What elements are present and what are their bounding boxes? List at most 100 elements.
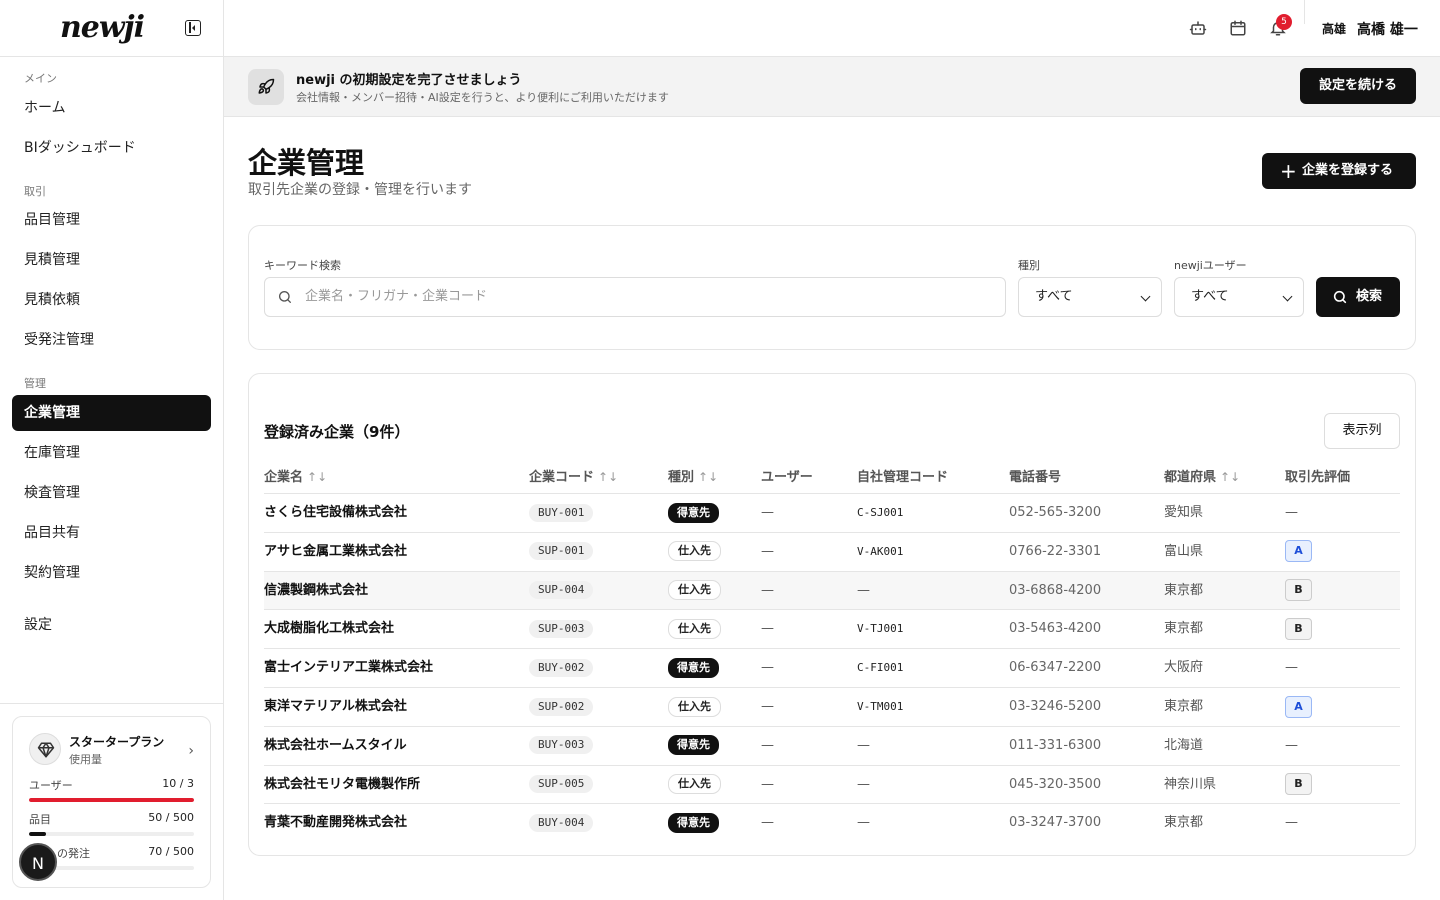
rating-badge: B <box>1285 617 1312 640</box>
usage-items-value: 50 / 500 <box>148 811 194 824</box>
sidebar-item-contracts[interactable]: 契約管理 <box>12 555 211 591</box>
add-company-button[interactable]: 企業を登録する <box>1262 153 1416 189</box>
table-row[interactable]: 青葉不動産開発株式会社 BUY-004 得意先 — — 03-3247-3700 東京都 — <box>264 803 1400 842</box>
table-row[interactable]: 富士インテリア工業株式会社 BUY-002 得意先 — C-FI001 06-6347-2… <box>264 648 1400 687</box>
search-placeholder: 企業名・フリガナ・企業コード <box>305 289 488 304</box>
header-code[interactable]: 企業コード ↑↓ <box>529 466 618 485</box>
phone-cell: 03-3247-3700 <box>1009 815 1102 831</box>
robot-icon[interactable] <box>1189 19 1207 37</box>
banner-title: newji の初期設定を完了させましょう <box>296 73 522 88</box>
company-name-cell[interactable]: アサヒ金属工業株式会社 <box>264 533 407 572</box>
phone-cell: 03-6868-4200 <box>1009 582 1102 598</box>
company-type-badge: 仕入先 <box>668 688 721 727</box>
company-name-cell[interactable]: 青葉不動産開発株式会社 <box>264 804 407 843</box>
prefecture-cell: 富山県 <box>1164 543 1204 559</box>
sidebar-item-inspection[interactable]: 検査管理 <box>12 475 211 511</box>
company-name-cell[interactable]: 富士インテリア工業株式会社 <box>264 649 433 688</box>
company-code-cell-pill: BUY-003 <box>529 736 594 755</box>
newji-logo[interactable]: newji <box>60 10 145 45</box>
usage-users-value: 10 / 3 <box>162 777 194 790</box>
banner-subtitle: 会社情報・メンバー招待・AI設定を行うと、より便利にご利用いただけます <box>296 91 669 104</box>
user-cell: — <box>761 660 774 676</box>
sidebar-item-bi-dashboard[interactable]: BIダッシュボード <box>12 130 211 166</box>
user-cell: — <box>761 699 774 714</box>
user-full-name[interactable]: 高橋 雄一 <box>1357 19 1418 39</box>
sidebar-item-settings[interactable]: 設定 <box>12 607 211 643</box>
user-cell: — <box>761 815 774 831</box>
search-input[interactable]: 企業名・フリガナ・企業コード <box>264 277 1006 317</box>
company-name-cell[interactable]: さくら住宅設備株式会社 <box>264 494 407 533</box>
own-code-cell: — <box>857 582 870 598</box>
prefecture-cell: 北海道 <box>1164 737 1204 753</box>
topbar <box>224 0 1440 57</box>
sidebar-item-quote-requests[interactable]: 見積依頼 <box>12 282 211 318</box>
page-title: 企業管理 <box>248 146 365 180</box>
rating-badge: A <box>1285 695 1312 718</box>
company-name-cell[interactable]: 株式会社モリタ電機製作所 <box>264 766 420 805</box>
prefecture-cell: 東京都 <box>1164 815 1204 831</box>
sidebar-item-home[interactable]: ホーム <box>12 90 211 126</box>
rating-cell: — <box>1285 494 1298 533</box>
company-type-badge: 仕入先 <box>668 766 721 805</box>
table-row[interactable]: 株式会社モリタ電機製作所 SUP-005 仕入先 — — 045-320-3500 神奈川県… <box>264 764 1400 805</box>
table-row[interactable]: 東洋マテリアル株式会社 SUP-002 仕入先 — V-TM001 03-3246-520… <box>264 687 1400 726</box>
columns-button[interactable]: 表示列 <box>1324 413 1400 449</box>
header-pref[interactable]: 都道府県 ↑↓ <box>1164 466 1240 485</box>
header-type[interactable]: 種別 ↑↓ <box>668 466 718 485</box>
type-filter-select[interactable]: すべて <box>1018 277 1162 317</box>
avatar[interactable]: N <box>19 843 57 881</box>
own-code-cell: — <box>857 776 870 792</box>
prefecture-cell: 東京都 <box>1164 582 1204 598</box>
sidebar-item-quotes[interactable]: 見積管理 <box>12 242 211 278</box>
company-type-badge-pill: 仕入先 <box>668 580 721 601</box>
plan-usage-label: 使用量 <box>69 753 102 766</box>
company-name-cell[interactable]: 大成樹脂化工株式会社 <box>264 610 394 649</box>
sidebar-item-inventory[interactable]: 在庫管理 <box>12 435 211 471</box>
usage-items-fill <box>29 832 46 836</box>
search-button-icon <box>1333 290 1347 304</box>
prefecture-cell: 神奈川県 <box>1164 776 1217 792</box>
header-own-code: 自社管理コード <box>857 470 949 485</box>
header-name[interactable]: 企業名 ↑↓ <box>264 466 327 485</box>
calendar-icon[interactable] <box>1229 19 1247 37</box>
rating-empty: — <box>1285 737 1298 753</box>
company-code-cell: BUY-002 <box>529 649 594 688</box>
company-code-cell: SUP-005 <box>529 766 594 805</box>
company-name-cell[interactable]: 信濃製鋼株式会社 <box>264 572 368 611</box>
rating-cell: B <box>1285 572 1312 611</box>
table-row[interactable]: 大成樹脂化工株式会社 SUP-003 仕入先 — V-TJ001 03-5463-4200… <box>264 609 1400 648</box>
company-name-cell[interactable]: 株式会社ホームスタイル <box>264 727 407 766</box>
user-filter-select[interactable]: すべて <box>1174 277 1304 317</box>
prefecture-cell: 愛知県 <box>1164 505 1204 520</box>
company-code-cell-pill: BUY-002 <box>529 658 594 677</box>
topbar-separator <box>1304 0 1305 24</box>
own-code-cell: C-SJ001 <box>857 506 904 519</box>
company-code-cell: SUP-001 <box>529 533 594 572</box>
table-row[interactable]: 株式会社ホームスタイル BUY-003 得意先 — — 011-331-6300 北海道 — <box>264 725 1400 766</box>
sidebar-item-orders[interactable]: 受発注管理 <box>12 322 211 358</box>
continue-setup-button[interactable]: 設定を続ける <box>1300 68 1416 104</box>
search-button[interactable]: 検索 <box>1316 277 1400 317</box>
rating-badge: A <box>1285 540 1312 563</box>
chevron-right-icon[interactable]: › <box>188 743 194 759</box>
sidebar-item-item-sharing[interactable]: 品目共有 <box>12 515 211 551</box>
user-cell: — <box>761 505 774 520</box>
table-row[interactable]: さくら住宅設備株式会社 BUY-001 得意先 — C-SJ001 052-565-320… <box>264 493 1400 532</box>
prefecture-cell: 東京都 <box>1164 699 1204 714</box>
sidebar-collapse-icon[interactable] <box>185 20 201 36</box>
sidebar-item-companies[interactable]: 企業管理 <box>12 395 211 431</box>
company-name-cell[interactable]: 東洋マテリアル株式会社 <box>264 688 407 727</box>
sidebar-item-items[interactable]: 品目管理 <box>12 202 211 238</box>
rating-cell: A <box>1285 688 1312 727</box>
user-short-name[interactable]: 高雄 <box>1322 20 1346 37</box>
own-code-cell: C-FI001 <box>857 661 904 675</box>
own-code-cell: — <box>857 815 870 831</box>
search-button-label: 検索 <box>1356 289 1383 304</box>
setup-banner: newji の初期設定を完了させましょう 会社情報・メンバー招待・AI設定を行う… <box>224 57 1440 117</box>
own-code-cell: V-AK001 <box>857 544 904 558</box>
table-row[interactable]: アサヒ金属工業株式会社 SUP-001 仕入先 — V-AK001 0766-22-330… <box>264 531 1400 572</box>
rating-cell: B <box>1285 610 1312 649</box>
usage-orders-value: 70 / 500 <box>148 845 194 858</box>
table-row[interactable]: 信濃製鋼株式会社 SUP-004 仕入先 — — 03-6868-4200 東京都 B <box>264 570 1400 611</box>
company-code-cell-pill: SUP-002 <box>529 697 594 716</box>
